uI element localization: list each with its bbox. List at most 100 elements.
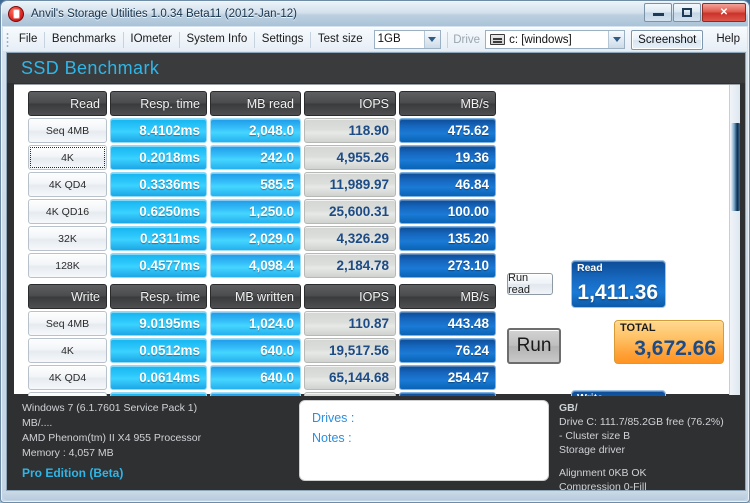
read-cell-resp: 0.2018ms — [110, 145, 207, 170]
close-button[interactable]: ✕ — [702, 3, 746, 22]
write-row-label[interactable]: 4K — [28, 338, 107, 363]
drive-info-line-1: GB/ — [559, 402, 578, 414]
read-row-label[interactable]: Seq 4MB — [28, 118, 107, 143]
read-cell-mb: 2,029.0 — [210, 226, 301, 251]
write-cell-mb: 1,024.0 — [210, 311, 301, 336]
menu-item-iometer[interactable]: IOmeter — [123, 30, 179, 49]
menu-item-settings[interactable]: Settings — [255, 30, 311, 49]
table-row[interactable]: 4K 0.2018ms 242.0 4,955.26 19.36 — [28, 145, 496, 170]
write-column-header-mbs: MB/s — [399, 284, 496, 309]
write-cell-mbs: 254.47 — [399, 365, 496, 390]
write-cell-resp: 0.0512ms — [110, 338, 207, 363]
write-column-header-iops: IOPS — [304, 284, 396, 309]
read-cell-iops: 11,989.97 — [304, 172, 396, 197]
run-button[interactable]: Run — [507, 328, 561, 364]
table-row[interactable]: 4K QD4 0.3336ms 585.5 11,989.97 46.84 — [28, 172, 496, 197]
page-title: SSD Benchmark — [21, 58, 160, 78]
read-cell-resp: 0.2311ms — [110, 226, 207, 251]
read-cell-mbs: 273.10 — [399, 253, 496, 278]
write-cell-mbs: 76.24 — [399, 338, 496, 363]
write-column-header-mb: MB written — [210, 284, 301, 309]
chevron-down-icon[interactable] — [608, 31, 625, 48]
read-cell-resp: 8.4102ms — [110, 118, 207, 143]
table-row[interactable]: 32K 0.2311ms 2,029.0 4,326.29 135.20 — [28, 226, 496, 251]
close-icon: ✕ — [719, 7, 729, 18]
drive-info-line-3: - Cluster size B — [559, 430, 631, 442]
scrollbar-thumb[interactable] — [731, 123, 740, 211]
write-cell-mb: 640.0 — [210, 338, 301, 363]
table-row[interactable]: 4K QD4 0.0614ms 640.0 65,144.68 254.47 — [28, 365, 496, 390]
test-size-value: 1GB — [374, 31, 424, 48]
read-cell-iops: 25,600.31 — [304, 199, 396, 224]
system-info-line-1: Windows 7 (6.1.7601 Service Pack 1) — [22, 402, 198, 414]
maximize-button[interactable] — [673, 3, 701, 22]
title-bar: Anvil's Storage Utilities 1.0.34 Beta11 … — [2, 2, 748, 26]
table-row[interactable]: 128K 0.4577ms 4,098.4 2,184.78 273.10 — [28, 253, 496, 278]
read-cell-mb: 585.5 — [210, 172, 301, 197]
read-cell-mbs: 135.20 — [399, 226, 496, 251]
drive-select[interactable]: c: [windows] — [485, 30, 626, 49]
menu-item-system-info[interactable]: System Info — [180, 30, 255, 49]
read-cell-mbs: 19.36 — [399, 145, 496, 170]
read-cell-mb: 2,048.0 — [210, 118, 301, 143]
drive-info-line-6: Compression 0-Fill — [559, 481, 647, 491]
table-row[interactable]: Seq 4MB 9.0195ms 1,024.0 110.87 443.48 — [28, 311, 496, 336]
edition-label: Pro Edition (Beta) — [22, 466, 124, 480]
write-cell-resp: 9.0195ms — [110, 311, 207, 336]
window-controls: ✕ — [643, 3, 746, 22]
notes-label: Notes : — [312, 431, 352, 445]
window-bottom-frame — [3, 491, 747, 500]
table-row[interactable]: 4K QD16 0.6250ms 1,250.0 25,600.31 100.00 — [28, 199, 496, 224]
notes-textbox[interactable]: Drives : Notes : — [299, 400, 549, 481]
table-row[interactable]: 4K 0.0512ms 640.0 19,517.56 76.24 — [28, 338, 496, 363]
menu-item-help[interactable]: Help — [709, 30, 747, 49]
read-cell-iops: 118.90 — [304, 118, 396, 143]
test-size-select[interactable]: 1GB — [373, 30, 441, 49]
vertical-scrollbar[interactable] — [729, 85, 740, 395]
read-row-label[interactable]: 4K QD4 — [28, 172, 107, 197]
menu-item-file[interactable]: File — [12, 30, 45, 49]
window-title: Anvil's Storage Utilities 1.0.34 Beta11 … — [31, 8, 297, 20]
read-cell-mbs: 46.84 — [399, 172, 496, 197]
run-read-button[interactable]: Run read — [507, 272, 553, 296]
system-info-line-3: AMD Phenom(tm) II X4 955 Processor — [22, 432, 202, 444]
write-cell-mb: 640.0 — [210, 365, 301, 390]
toolbar-grip-icon — [6, 31, 9, 48]
drive-info-line-4: Storage driver — [559, 444, 625, 456]
table-row[interactable]: Seq 4MB 8.4102ms 2,048.0 118.90 475.62 — [28, 118, 496, 143]
maximize-icon — [682, 8, 692, 17]
write-column-header-resp: Resp. time — [110, 284, 207, 309]
write-cell-resp: 0.0614ms — [110, 365, 207, 390]
benchmark-content: Read Resp. time MB read IOPS MB/s Seq 4MB 8.41… — [14, 84, 740, 438]
read-row-label[interactable]: 32K — [28, 226, 107, 251]
write-row-label[interactable]: 4K QD4 — [28, 365, 107, 390]
drive-info-line-2: Drive C: 111.7/85.2GB free (76.2%) — [559, 416, 724, 428]
write-cell-iops: 19,517.56 — [304, 338, 396, 363]
system-info-line-4: Memory : 4,057 MB — [22, 447, 114, 459]
screenshot-button[interactable]: Screenshot — [631, 29, 704, 50]
read-row-label[interactable]: 128K — [28, 253, 107, 278]
read-score-value: 1,411.36 — [577, 281, 658, 304]
drive-select-inner[interactable]: c: [windows] — [486, 31, 609, 48]
read-row-label[interactable]: 4K — [28, 145, 107, 170]
read-cell-mb: 1,250.0 — [210, 199, 301, 224]
read-cell-resp: 0.3336ms — [110, 172, 207, 197]
read-row-label[interactable]: 4K QD16 — [28, 199, 107, 224]
read-cell-mbs: 475.62 — [399, 118, 496, 143]
chevron-down-icon[interactable] — [423, 31, 440, 48]
drives-label: Drives : — [312, 411, 355, 425]
read-cell-resp: 0.6250ms — [110, 199, 207, 224]
menu-item-benchmarks[interactable]: Benchmarks — [45, 30, 123, 49]
read-column-header-resp: Resp. time — [110, 91, 207, 116]
system-info-block: Windows 7 (6.1.7601 Service Pack 1) MB/.… — [22, 401, 201, 461]
read-cell-mbs: 100.00 — [399, 199, 496, 224]
minimize-button[interactable] — [644, 3, 672, 22]
total-score-label: TOTAL — [620, 322, 656, 334]
application-window: Anvil's Storage Utilities 1.0.34 Beta11 … — [0, 0, 750, 503]
write-row-label[interactable]: Seq 4MB — [28, 311, 107, 336]
read-cell-iops: 4,955.26 — [304, 145, 396, 170]
read-column-header-mb: MB read — [210, 91, 301, 116]
read-cell-resp: 0.4577ms — [110, 253, 207, 278]
read-cell-mb: 4,098.4 — [210, 253, 301, 278]
